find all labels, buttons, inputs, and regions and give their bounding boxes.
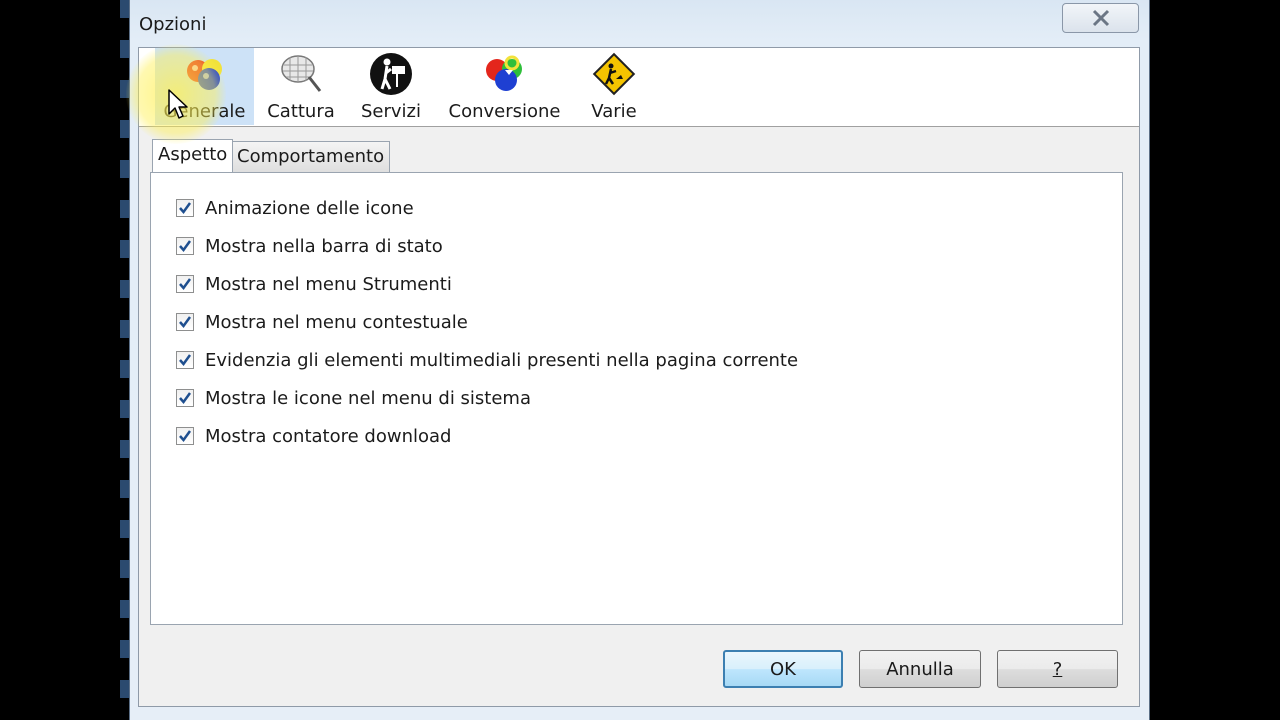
options-dialog: Opzioni Generale Cattura Servizi Convers… <box>129 0 1150 720</box>
window-title: Opzioni <box>139 14 207 35</box>
tab-comportamento[interactable]: Comportamento <box>231 141 391 173</box>
help-button[interactable]: ? <box>997 650 1118 688</box>
option-menu-contestuale[interactable]: Mostra nel menu contestuale <box>176 311 468 333</box>
mouse-cursor-icon <box>168 89 188 119</box>
category-toolbar: Generale Cattura Servizi Conversione Var… <box>139 48 1139 127</box>
checkbox[interactable] <box>176 275 194 293</box>
toolbar-label-cattura: Cattura <box>267 101 335 122</box>
close-icon <box>1092 9 1109 27</box>
checkbox[interactable] <box>176 313 194 331</box>
toolbar-item-servizi[interactable]: Servizi <box>358 48 424 125</box>
option-label: Mostra nella barra di stato <box>205 235 443 257</box>
checkmark-icon <box>179 202 192 215</box>
color-balls-arrow-icon <box>485 55 522 91</box>
toolbar-label-varie: Varie <box>591 101 637 122</box>
title-bar[interactable]: Opzioni <box>130 0 1149 46</box>
toolbar-item-cattura[interactable]: Cattura <box>265 48 337 125</box>
dialog-client-area: Generale Cattura Servizi Conversione Var… <box>138 47 1140 707</box>
checkmark-icon <box>179 430 192 443</box>
option-label: Evidenzia gli elementi multimediali pres… <box>205 349 799 371</box>
person-sign-icon <box>370 53 412 95</box>
cancel-button[interactable]: Annulla <box>859 650 981 688</box>
warning-sign-icon <box>592 52 636 96</box>
checkmark-icon <box>179 392 192 405</box>
option-evidenzia[interactable]: Evidenzia gli elementi multimediali pres… <box>176 349 798 371</box>
checkbox[interactable] <box>176 351 194 369</box>
option-animazione[interactable]: Animazione delle icone <box>176 197 414 219</box>
checkbox[interactable] <box>176 237 194 255</box>
option-menu-strumenti[interactable]: Mostra nel menu Strumenti <box>176 273 452 295</box>
options-panel: Animazione delle icone Mostra nella barr… <box>150 172 1123 625</box>
tab-label: Comportamento <box>237 146 385 167</box>
checkmark-icon <box>179 278 192 291</box>
checkmark-icon <box>179 240 192 253</box>
tab-aspetto[interactable]: Aspetto <box>152 139 234 172</box>
net-icon <box>281 55 322 92</box>
toolbar-label-servizi: Servizi <box>360 101 421 122</box>
checkbox[interactable] <box>176 389 194 407</box>
option-barra-stato[interactable]: Mostra nella barra di stato <box>176 235 443 257</box>
ok-button[interactable]: OK <box>723 650 843 688</box>
option-label: Mostra contatore download <box>205 425 452 447</box>
checkbox[interactable] <box>176 199 194 217</box>
option-label: Mostra le icone nel menu di sistema <box>205 387 531 409</box>
toolbar-label-conversione: Conversione <box>448 101 561 122</box>
checkmark-icon <box>179 316 192 329</box>
toolbar-item-varie[interactable]: Varie <box>586 48 642 125</box>
checkmark-icon <box>179 354 192 367</box>
option-label: Animazione delle icone <box>205 197 414 219</box>
checkbox[interactable] <box>176 427 194 445</box>
option-icone-menu-sistema[interactable]: Mostra le icone nel menu di sistema <box>176 387 531 409</box>
option-contatore-download[interactable]: Mostra contatore download <box>176 425 451 447</box>
toolbar-item-conversione[interactable]: Conversione <box>447 48 562 125</box>
tab-label: Aspetto <box>158 144 228 165</box>
option-label: Mostra nel menu contestuale <box>205 311 468 333</box>
close-button[interactable] <box>1062 3 1139 33</box>
option-label: Mostra nel menu Strumenti <box>205 273 452 295</box>
